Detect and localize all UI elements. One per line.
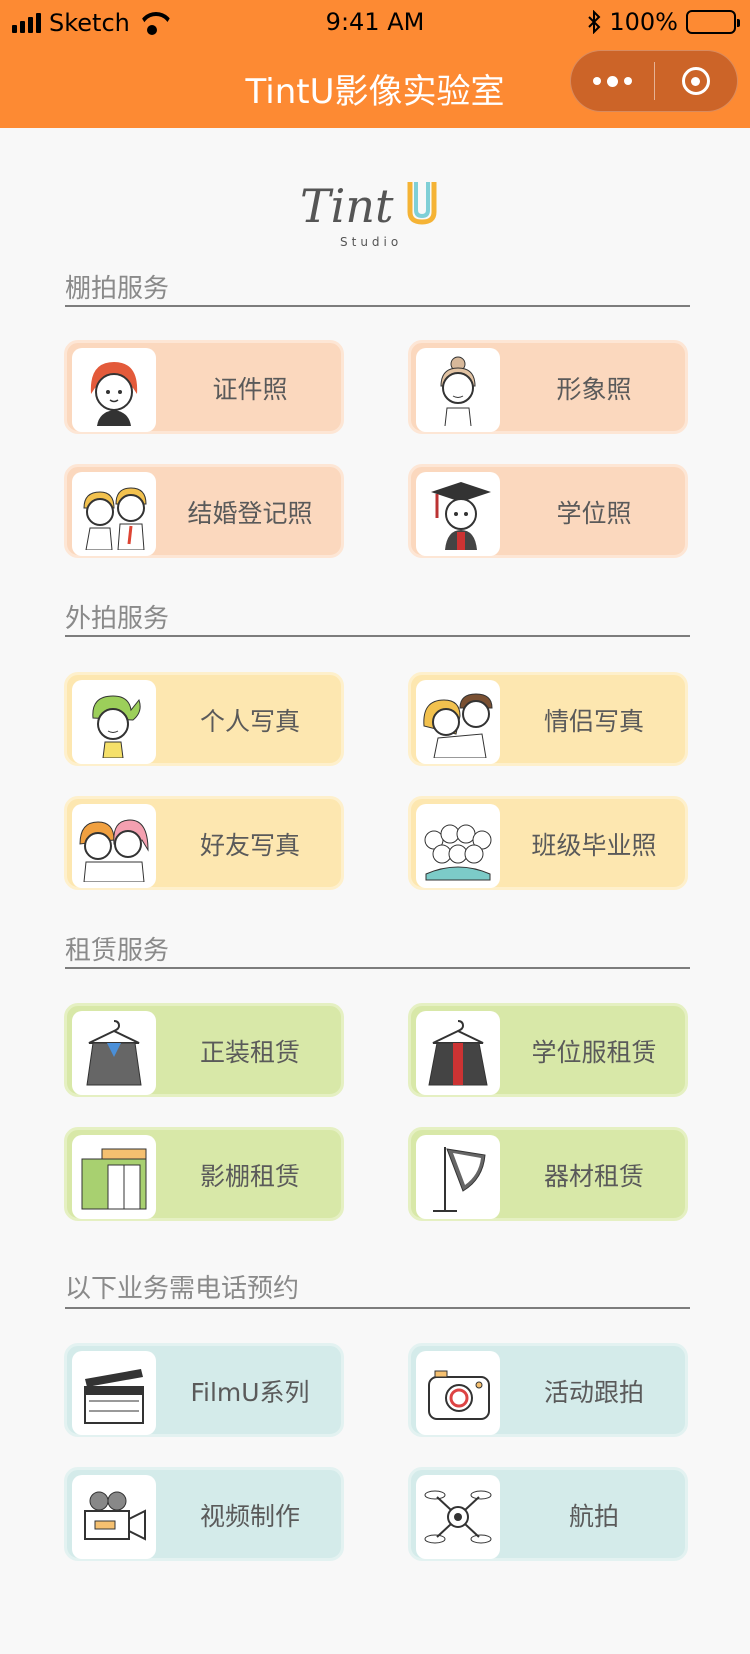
bluetooth-icon: [588, 10, 601, 34]
service-image-photo[interactable]: 形象照: [408, 340, 688, 434]
target-icon: [681, 67, 710, 95]
drone-icon: [416, 1475, 500, 1559]
couple-icon: [416, 680, 500, 764]
graduation-cap-icon: [416, 472, 500, 556]
gown-hanger-icon: [416, 1011, 500, 1095]
service-personal-portrait[interactable]: 个人写真: [64, 672, 344, 766]
status-right: 100%: [587, 8, 740, 36]
close-miniprogram-button[interactable]: [655, 51, 738, 111]
friends-icon: [72, 804, 156, 888]
service-label: 好友写真: [199, 831, 300, 860]
camera-icon: [416, 1351, 500, 1435]
service-suit-rental[interactable]: 正装租赁: [64, 1003, 344, 1097]
status-bar: Sketch 9:41 AM 100%: [0, 0, 750, 44]
service-label: 正装租赁: [199, 1038, 300, 1067]
service-label: 情侣写真: [543, 707, 644, 736]
service-label: 证件照: [212, 375, 288, 404]
service-label: 活动跟拍: [543, 1378, 644, 1407]
service-couple-portrait[interactable]: 情侣写真: [408, 672, 688, 766]
service-label: 学位照: [556, 499, 632, 528]
section-title-studio: 棚拍服务: [65, 274, 170, 304]
service-aerial-photography[interactable]: 航拍: [408, 1467, 688, 1561]
service-graduation-group[interactable]: 班级毕业照: [408, 796, 688, 890]
section-title-phone-booking: 以下业务需电话预约: [65, 1274, 300, 1304]
section-divider: [65, 967, 690, 969]
softbox-light-icon: [416, 1135, 500, 1219]
service-video-production[interactable]: 视频制作: [64, 1467, 344, 1561]
service-label: 学位服租赁: [531, 1038, 657, 1067]
more-button[interactable]: [571, 51, 654, 111]
suit-hanger-icon: [72, 1011, 156, 1095]
service-label: 航拍: [568, 1502, 619, 1531]
service-friends-portrait[interactable]: 好友写真: [64, 796, 344, 890]
service-label: 班级毕业照: [531, 831, 657, 860]
navigation-bar: Sketch 9:41 AM 100% TintU影像实验室: [0, 0, 750, 128]
service-degree-photo[interactable]: 学位照: [408, 464, 688, 558]
section-title-rental: 租赁服务: [65, 936, 170, 966]
section-divider: [65, 1307, 690, 1309]
service-label: 视频制作: [199, 1502, 300, 1531]
service-label: FilmU系列: [190, 1378, 310, 1407]
capsule-menu: [570, 50, 738, 112]
section-divider: [65, 635, 690, 637]
clapperboard-icon: [72, 1351, 156, 1435]
woman-portrait-icon: [416, 348, 500, 432]
tintu-logo: Tint Studio: [300, 179, 437, 249]
girl-portrait-icon: [72, 348, 156, 432]
service-label: 结婚登记照: [187, 499, 313, 528]
section-title-outdoor: 外拍服务: [65, 604, 170, 634]
service-equipment-rental[interactable]: 器材租赁: [408, 1127, 688, 1221]
service-filmu-series[interactable]: FilmU系列: [64, 1343, 344, 1437]
battery-icon: [686, 10, 740, 34]
girl-portrait-icon: [72, 680, 156, 764]
service-label: 个人写真: [199, 707, 300, 736]
service-label: 形象照: [556, 375, 632, 404]
svg-text:Studio: Studio: [340, 235, 402, 249]
studio-room-icon: [72, 1135, 156, 1219]
service-gown-rental[interactable]: 学位服租赁: [408, 1003, 688, 1097]
video-camera-icon: [72, 1475, 156, 1559]
service-label: 器材租赁: [543, 1162, 644, 1191]
service-id-photo[interactable]: 证件照: [64, 340, 344, 434]
section-divider: [65, 305, 690, 307]
couple-icon: [72, 472, 156, 556]
battery-percent: 100%: [609, 8, 678, 36]
service-label: 影棚租赁: [199, 1162, 300, 1191]
service-studio-rental[interactable]: 影棚租赁: [64, 1127, 344, 1221]
service-marriage-photo[interactable]: 结婚登记照: [64, 464, 344, 558]
svg-text:Tint: Tint: [300, 179, 394, 233]
group-icon: [416, 804, 500, 888]
service-event-photography[interactable]: 活动跟拍: [408, 1343, 688, 1437]
